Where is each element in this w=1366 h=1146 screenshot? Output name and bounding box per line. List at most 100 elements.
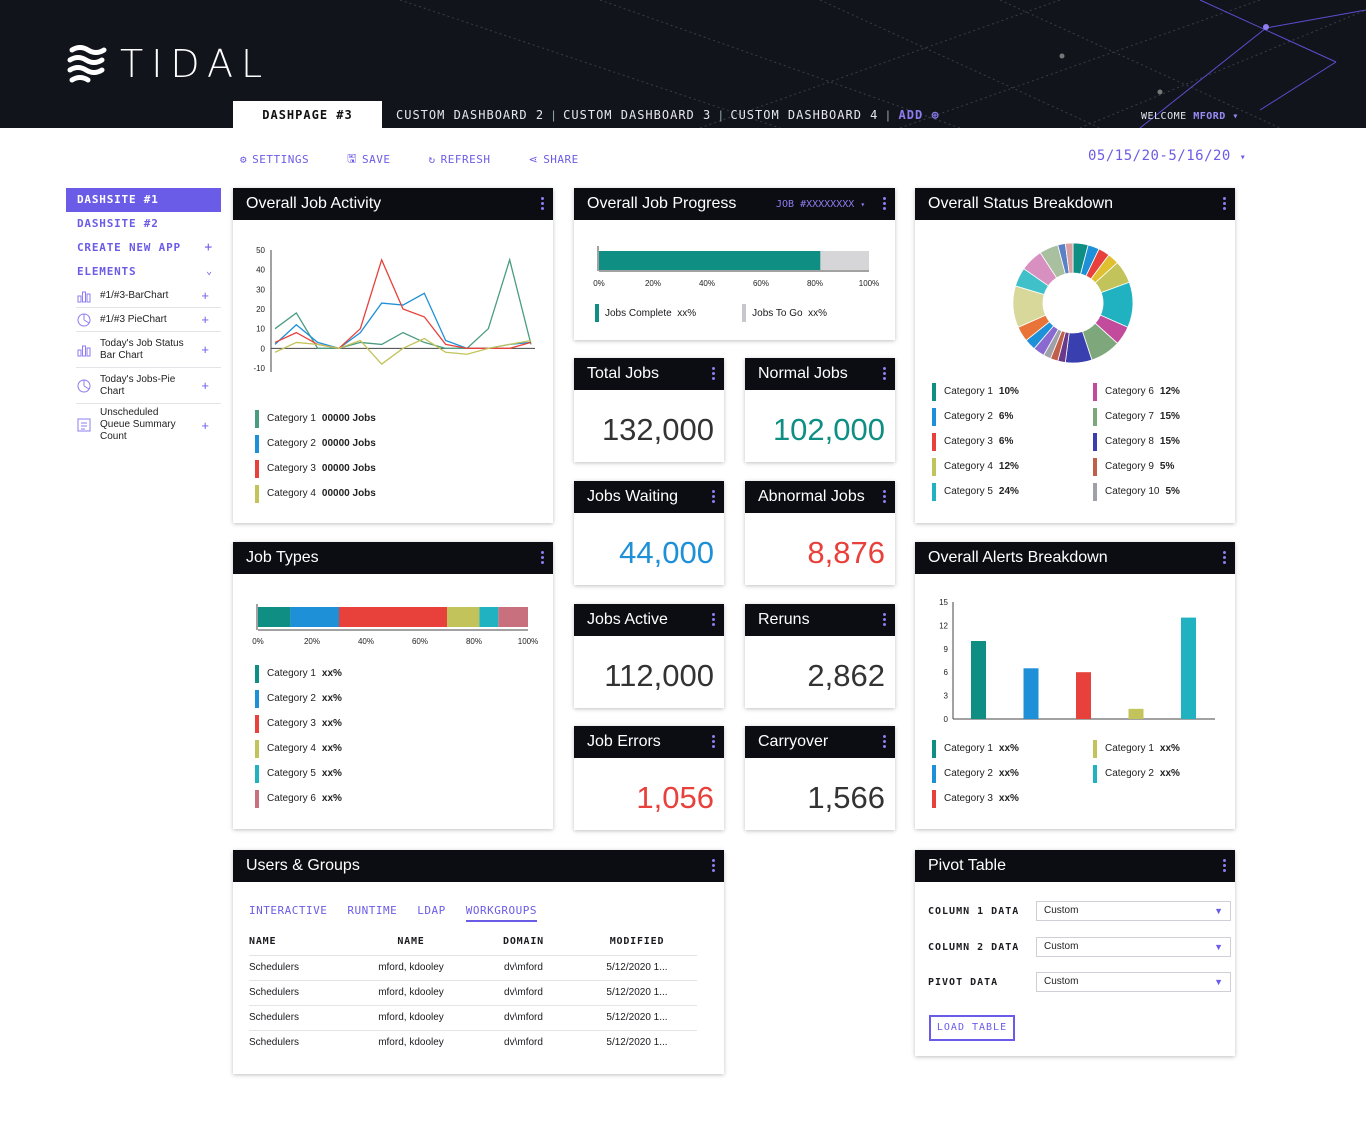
- tab-interactive[interactable]: INTERACTIVE: [249, 904, 327, 922]
- chevron-down-icon[interactable]: ⌄: [206, 260, 213, 284]
- element-item-piechart[interactable]: #1/#3 PieChart +: [76, 308, 221, 332]
- donut-chart: [1012, 242, 1134, 364]
- legend-value: 5%: [1159, 461, 1175, 472]
- job-selector[interactable]: JOB #XXXXXXXX ▾: [776, 199, 865, 210]
- legend-label: Category 2: [267, 438, 316, 449]
- legend-value: xx%: [998, 768, 1019, 779]
- add-dashboard-button[interactable]: ADD ⊕: [893, 108, 946, 122]
- stat-value: 2,862: [807, 658, 885, 693]
- table-cell: dv\mford: [470, 1004, 577, 1030]
- tab-separator: |: [552, 107, 556, 122]
- more-vert-icon[interactable]: [712, 859, 715, 872]
- x-tick-label: 80%: [466, 637, 482, 646]
- legend-label: Category 3: [267, 463, 316, 474]
- legend-item: Category 3 00000 Jobs: [255, 456, 376, 481]
- plus-icon[interactable]: +: [201, 418, 209, 433]
- more-vert-icon[interactable]: [541, 551, 544, 564]
- tab-runtime[interactable]: RUNTIME: [347, 904, 397, 922]
- table-row[interactable]: Schedulers mford, kdooley dv\mford 5/12/202…: [249, 954, 697, 980]
- more-vert-icon[interactable]: [883, 197, 886, 210]
- more-vert-icon[interactable]: [712, 367, 715, 380]
- column-header[interactable]: DOMAIN: [470, 929, 577, 955]
- sidebar-item-dashsite-1[interactable]: DASHSITE #1: [66, 188, 221, 212]
- element-item-unscheduled-queue[interactable]: Unscheduled Queue Summary Count +: [76, 404, 221, 446]
- tab-dashpage-3[interactable]: DASHPAGE #3: [233, 101, 382, 128]
- chevron-down-icon: ▾: [1232, 111, 1239, 122]
- table-row[interactable]: Schedulers mford, kdooley dv\mford 5/12/202…: [249, 979, 697, 1005]
- share-button[interactable]: ⋖ SHARE: [528, 150, 578, 169]
- legend-item: Category 2 xx%: [1093, 761, 1233, 786]
- legend-value: 12%: [998, 461, 1019, 472]
- plus-icon[interactable]: +: [201, 342, 209, 357]
- sidebar-item-dashsite-2[interactable]: DASHSITE #2: [66, 212, 221, 236]
- legend-value: 00000 Jobs: [321, 463, 376, 474]
- settings-button[interactable]: ⚙ SETTINGS: [240, 150, 309, 169]
- plus-icon[interactable]: +: [201, 288, 209, 303]
- sidebar-item-elements[interactable]: ELEMENTS ⌄: [66, 260, 221, 284]
- load-table-button[interactable]: LOAD TABLE: [929, 1015, 1015, 1041]
- element-item-job-status-bar-chart[interactable]: Today's Job Status Bar Chart +: [76, 332, 221, 368]
- sidebar-item-create-new-app[interactable]: CREATE NEW APP +: [66, 236, 221, 260]
- legend-item: Category 6 xx%: [255, 786, 342, 811]
- more-vert-icon[interactable]: [1223, 859, 1226, 872]
- tab-custom-dashboard-4[interactable]: CUSTOM DASHBOARD 4: [725, 108, 883, 122]
- legend-item: Category 8 15%: [1093, 429, 1233, 454]
- plus-icon[interactable]: +: [204, 236, 213, 260]
- legend-value: 5%: [1165, 486, 1180, 497]
- column-header[interactable]: MODIFIED: [577, 929, 697, 955]
- more-vert-icon[interactable]: [883, 367, 886, 380]
- column-1-select[interactable]: Custom ▼: [1036, 901, 1231, 921]
- table-row[interactable]: Schedulers mford, kdooley dv\mford 5/12/202…: [249, 1004, 697, 1030]
- x-tick-label: 80%: [807, 279, 823, 288]
- more-vert-icon[interactable]: [541, 197, 544, 210]
- save-button[interactable]: 🖫 SAVE: [347, 150, 390, 169]
- refresh-button[interactable]: ↻ REFRESH: [428, 150, 490, 169]
- card-header: Pivot Table: [915, 850, 1235, 882]
- y-tick-label: 12: [939, 621, 948, 630]
- more-vert-icon[interactable]: [712, 735, 715, 748]
- tab-custom-dashboard-2[interactable]: CUSTOM DASHBOARD 2: [382, 108, 549, 122]
- legend-item: Category 1 xx%: [1093, 736, 1233, 761]
- more-vert-icon[interactable]: [883, 735, 886, 748]
- card-header: Overall Job Progress JOB #XXXXXXXX ▾: [574, 188, 895, 220]
- legend-item: Category 2 00000 Jobs: [255, 431, 376, 456]
- legend-swatch: [932, 432, 936, 451]
- x-tick-label: 0%: [593, 279, 605, 288]
- legend-label: Category 1: [944, 386, 993, 397]
- table-cell: dv\mford: [470, 1029, 577, 1055]
- element-item-jobs-pie-chart[interactable]: Today's Jobs-Pie Chart +: [76, 368, 221, 404]
- plus-icon[interactable]: +: [201, 312, 209, 327]
- progress-bar-chart: 0% 20% 40% 60% 80% 100%: [593, 246, 879, 288]
- more-vert-icon[interactable]: [712, 490, 715, 503]
- column-header[interactable]: NAME: [249, 929, 352, 955]
- legend-jobs-to-go: Jobs To Go xx%: [742, 304, 827, 322]
- pivot-data-select[interactable]: Custom ▼: [1036, 972, 1231, 992]
- tab-workgroups[interactable]: WORKGROUPS: [465, 904, 537, 922]
- tab-ldap[interactable]: LDAP: [417, 904, 446, 922]
- bar-3: [1076, 672, 1091, 719]
- user-menu[interactable]: WELCOME MFORD ▾: [1141, 111, 1239, 122]
- legend-item: Category 6 12%: [1093, 379, 1233, 404]
- y-tick-label: 6: [944, 668, 949, 677]
- legend-value: 00000 Jobs: [321, 413, 376, 424]
- element-item-barchart[interactable]: #1/#3-BarChart +: [76, 284, 221, 308]
- dashboard-tabs: DASHPAGE #3 CUSTOM DASHBOARD 2 | CUSTOM …: [233, 101, 946, 128]
- welcome-label: WELCOME: [1141, 111, 1187, 122]
- legend-swatch: [1093, 457, 1097, 476]
- more-vert-icon[interactable]: [883, 490, 886, 503]
- column-header[interactable]: NAME: [352, 929, 470, 955]
- table-row[interactable]: Schedulers mford, kdooley dv\mford 5/12/202…: [249, 1029, 697, 1055]
- legend-label: Jobs Complete: [605, 307, 672, 319]
- more-vert-icon[interactable]: [1223, 197, 1226, 210]
- tab-custom-dashboard-3[interactable]: CUSTOM DASHBOARD 3: [558, 108, 716, 122]
- table-cell: Schedulers: [249, 979, 352, 1005]
- more-vert-icon[interactable]: [883, 613, 886, 626]
- brand-name: TIDAL: [120, 42, 271, 86]
- more-vert-icon[interactable]: [1223, 551, 1226, 564]
- date-range-picker[interactable]: 05/15/20-5/16/20 ▾: [1088, 148, 1246, 164]
- more-vert-icon[interactable]: [712, 613, 715, 626]
- share-label: SHARE: [543, 153, 579, 166]
- bar-chart: 15 12 9 6 3 0: [939, 598, 1215, 724]
- column-2-select[interactable]: Custom ▼: [1036, 937, 1231, 957]
- plus-icon[interactable]: +: [201, 378, 209, 393]
